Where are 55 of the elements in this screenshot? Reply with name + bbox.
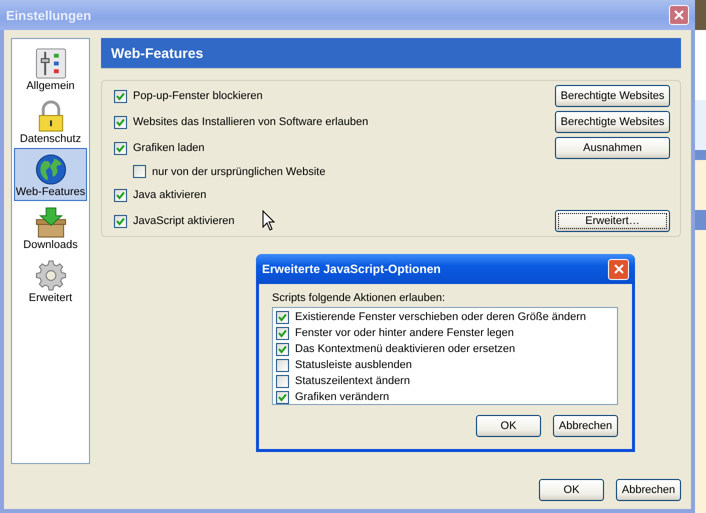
sidebar-item-label: Web-Features [16,186,86,198]
checkbox[interactable] [133,165,146,178]
checkbox[interactable] [114,116,127,128]
checkbox[interactable] [114,214,127,228]
option-label: Grafiken laden [133,142,205,154]
option-label: Pop-up-Fenster blockieren [133,90,263,102]
dialog-button[interactable]: OK [539,479,604,501]
checkbox[interactable] [276,342,289,356]
option-button[interactable]: Ausnahmen [555,137,670,159]
option-button[interactable]: Berechtigte Websites [555,85,670,107]
checkbox[interactable] [276,310,289,324]
option-label: Websites das Installieren von Software erlauben [133,116,368,128]
option-label: JavaScript aktivieren [133,215,234,227]
sidebar-item[interactable]: Erweitert [14,254,87,307]
dialog-button[interactable]: Abbrechen [616,479,681,501]
sidebar-item-label: Allgemein [26,80,75,92]
sidebar-item[interactable]: Web-Features [14,148,87,201]
sliders-icon [34,47,68,80]
gear-icon [34,259,68,292]
sidebar-item[interactable]: Downloads [14,201,87,254]
download-box-icon [34,206,68,239]
checkbox[interactable] [276,358,289,372]
close-button[interactable] [669,5,689,25]
permission-label: Existierende Fenster verschieben oder deren Größe ändern [295,311,586,323]
option-button[interactable]: Berechtigte Websites [555,111,670,133]
permission-label: Fenster vor oder hinter andere Fenster legen [295,327,514,339]
dialog-button[interactable]: Abbrechen [553,415,618,437]
checkbox[interactable] [114,142,127,154]
checkbox[interactable] [276,390,289,404]
permission-label: Grafiken verändern [295,391,390,403]
close-button[interactable] [608,258,629,280]
panel-title: Web-Features [111,45,204,61]
close-icon [674,10,684,20]
sidebar-item-label: Downloads [23,239,78,251]
close-icon [614,264,624,274]
checkbox[interactable] [114,90,127,102]
permission-label: Statusleiste ausblenden [295,359,412,371]
permission-label: Statuszeilentext ändern [295,375,410,387]
sidebar-item[interactable]: Allgemein [14,42,87,95]
option-label: nur von der ursprünglichen Website [152,166,326,178]
option-label: Java aktivieren [133,189,206,201]
sidebar-item-label: Datenschutz [20,133,82,145]
dialog-title: Erweiterte JavaScript-Optionen [262,262,441,276]
dialog-button[interactable]: OK [476,415,541,437]
globe-icon [34,153,68,186]
checkbox[interactable] [114,188,127,202]
permission-label: Das Kontextmenü deaktivieren oder ersetzen [295,343,516,355]
option-button[interactable]: Erweitert… [555,210,670,232]
checkbox[interactable] [276,326,289,340]
mouse-pointer-icon [262,210,275,231]
sidebar-item-label: Erweitert [28,292,72,304]
sidebar-item[interactable]: Datenschutz [14,95,87,148]
window-title: Einstellungen [6,8,92,22]
checkbox[interactable] [276,374,289,388]
dialog-caption: Scripts folgende Aktionen erlauben: [272,292,446,304]
